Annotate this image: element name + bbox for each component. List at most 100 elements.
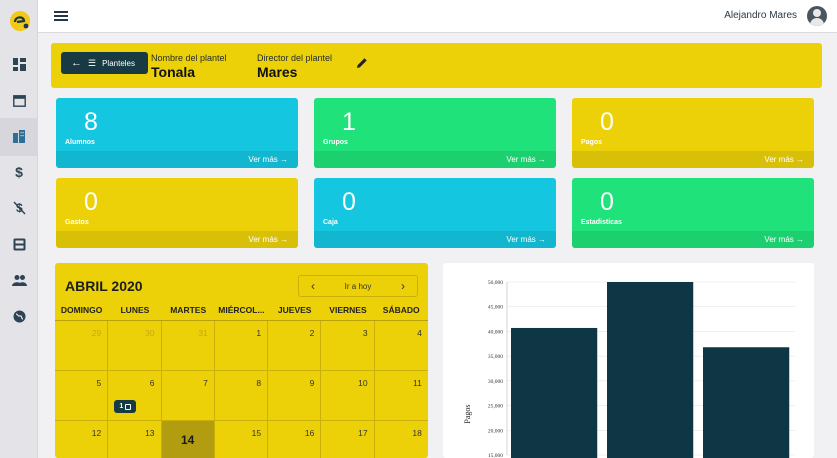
- calendar-day[interactable]: 2: [268, 321, 322, 370]
- director-field: Director del plantel Mares: [257, 53, 332, 80]
- weekday-label: MARTES: [170, 305, 207, 315]
- app-logo-icon[interactable]: [9, 10, 31, 32]
- calendar-day[interactable]: 13: [108, 421, 162, 458]
- calendar-week-row: 12 13 14 15 16 17 18: [55, 421, 428, 458]
- dashboard-icon[interactable]: [11, 56, 27, 72]
- ver-mas-link[interactable]: Ver más →: [764, 155, 804, 164]
- back-button-label: Planteles: [102, 58, 135, 68]
- y-tick-label: 20,000: [488, 428, 503, 434]
- money-off-icon[interactable]: $: [11, 200, 27, 216]
- plantel-header: ← ☰ Planteles Nombre del plantel Tonala …: [51, 43, 822, 88]
- y-tick-label: 30,000: [488, 379, 503, 385]
- calendar-day[interactable]: 29: [55, 321, 109, 370]
- ver-mas-link[interactable]: Ver más →: [248, 155, 288, 164]
- calendar: ABRIL 2020 ‹ Ir a hoy › DOMINGO LUNES MA…: [55, 263, 428, 458]
- arrow-left-icon: ←: [71, 57, 82, 69]
- calendar-day[interactable]: 12: [55, 421, 109, 458]
- avatar[interactable]: [807, 6, 827, 26]
- card-value: 1: [342, 108, 356, 136]
- chart-bar[interactable]: [607, 282, 694, 458]
- weekday-label: DOMINGO: [60, 305, 103, 315]
- calendar-day[interactable]: 4: [375, 321, 428, 370]
- weekday-label: SÁBADO: [382, 305, 420, 315]
- globe-icon[interactable]: [11, 308, 27, 324]
- y-tick-label: 50,000: [488, 280, 503, 286]
- y-tick-label: 15,000: [488, 453, 503, 458]
- ver-mas-link[interactable]: Ver más →: [248, 235, 288, 244]
- edit-pencil-icon[interactable]: [356, 57, 368, 69]
- card-value: 8: [84, 108, 98, 136]
- calendar-day-today[interactable]: 14: [161, 421, 215, 458]
- card-estadisticas[interactable]: 0 Estadisticas Ver más →: [572, 178, 814, 248]
- card-value: 0: [600, 108, 614, 136]
- card-label: Alumnos: [65, 139, 95, 146]
- calendar-nav: ‹ Ir a hoy ›: [298, 275, 418, 297]
- menu-icon[interactable]: [54, 11, 68, 21]
- director-label: Director del plantel: [257, 53, 333, 63]
- card-grupos[interactable]: 1 Grupos Ver más →: [314, 98, 556, 168]
- y-tick-label: 45,000: [488, 305, 503, 311]
- calendar-day[interactable]: 16: [268, 421, 322, 458]
- event-calendar-icon: [125, 403, 132, 410]
- calendar-day[interactable]: 3: [321, 321, 375, 370]
- calendar-day[interactable]: 30: [108, 321, 162, 370]
- calendar-day[interactable]: 11: [375, 371, 428, 420]
- y-tick-label: 35,000: [488, 354, 503, 360]
- plantel-name-label: Nombre del plantel: [151, 53, 227, 63]
- calendar-day[interactable]: 8: [215, 371, 269, 420]
- y-tick-label: 25,000: [488, 404, 503, 410]
- ver-mas-link[interactable]: Ver más →: [506, 155, 546, 164]
- card-value: 0: [600, 188, 614, 216]
- calendar-day[interactable]: 1: [215, 321, 269, 370]
- card-label: Pagos: [581, 139, 603, 146]
- pagos-chart-panel: 50,000 45,000 40,000 35,000 30,000 25,000 20,0…: [443, 263, 814, 458]
- calendar-day[interactable]: 18: [375, 421, 428, 458]
- chevron-right-icon[interactable]: ›: [401, 279, 405, 293]
- card-label: Caja: [323, 219, 338, 226]
- calendar-day[interactable]: 17: [321, 421, 375, 458]
- weekday-label: MIÉRCOL...: [218, 305, 265, 315]
- chevron-left-icon[interactable]: ‹: [311, 279, 315, 293]
- calendar-grid: 29 30 31 1 2 3 4 5 6 1 7 8 9 10 11 12 13…: [55, 321, 428, 458]
- ver-mas-link[interactable]: Ver más →: [506, 235, 546, 244]
- back-to-planteles-button[interactable]: ← ☰ Planteles: [61, 52, 148, 74]
- inbox-icon[interactable]: [11, 236, 27, 252]
- event-badge[interactable]: 1: [114, 400, 137, 413]
- weekday-label: JUEVES: [277, 305, 312, 315]
- card-alumnos[interactable]: 8 Alumnos Ver más →: [56, 98, 298, 168]
- calendar-day[interactable]: 15: [215, 421, 269, 458]
- calendar-day[interactable]: 9: [268, 371, 322, 420]
- username[interactable]: Alejandro Mares: [724, 10, 797, 21]
- plantel-name-value: Tonala: [151, 64, 196, 80]
- card-pagos[interactable]: 0 Pagos Ver más →: [572, 98, 814, 168]
- director-value: Mares: [257, 64, 298, 80]
- event-count: 1: [119, 403, 124, 410]
- card-label: Gastos: [65, 219, 89, 226]
- list-icon: ☰: [88, 57, 97, 68]
- y-axis-label: Pagos: [463, 404, 472, 423]
- weekday-label: VIERNES: [329, 305, 367, 315]
- calendar-month-title: ABRIL 2020: [65, 278, 143, 294]
- calendar-icon[interactable]: [11, 92, 27, 108]
- chart-bar[interactable]: [511, 327, 598, 458]
- card-caja[interactable]: 0 Caja Ver más →: [314, 178, 556, 248]
- calendar-day[interactable]: 5: [55, 371, 109, 420]
- weekday-label: LUNES: [120, 305, 150, 315]
- calendar-day[interactable]: 7: [162, 371, 215, 420]
- today-button[interactable]: Ir a hoy: [345, 282, 372, 291]
- sidebar: $ $: [0, 0, 38, 458]
- building-icon[interactable]: [11, 128, 27, 144]
- calendar-day[interactable]: 31: [162, 321, 215, 370]
- people-icon[interactable]: [11, 272, 27, 288]
- chart-bar[interactable]: [703, 347, 790, 458]
- top-bar: Alejandro Mares: [38, 0, 837, 33]
- ver-mas-link[interactable]: Ver más →: [764, 235, 804, 244]
- card-gastos[interactable]: 0 Gastos Ver más →: [56, 178, 298, 248]
- calendar-day[interactable]: 10: [321, 371, 375, 420]
- calendar-day[interactable]: 6 1: [108, 371, 162, 420]
- plantel-name-field: Nombre del plantel Tonala: [151, 53, 227, 80]
- card-label: Grupos: [323, 139, 348, 146]
- calendar-week-row: 29 30 31 1 2 3 4: [55, 321, 428, 371]
- calendar-weekday-header: DOMINGO LUNES MARTES MIÉRCOL... JUEVES V…: [55, 305, 428, 321]
- dollar-icon[interactable]: $: [11, 164, 27, 180]
